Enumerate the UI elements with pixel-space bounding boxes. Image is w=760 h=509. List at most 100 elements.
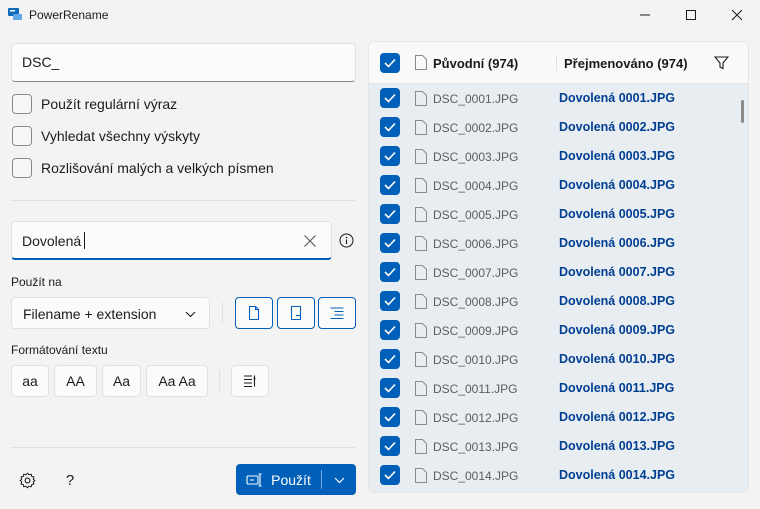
row-checkbox[interactable] (380, 175, 400, 195)
renamed-filename: Dovolená 0012.JPG (559, 410, 676, 424)
powerrename-app-icon (8, 8, 22, 20)
minimize-button[interactable] (622, 0, 668, 30)
original-filename: DSC_0004.JPG (433, 179, 519, 193)
list-item[interactable]: DSC_0007.JPG Dovolená 0007.JPG (369, 258, 738, 287)
list-item[interactable]: DSC_0001.JPG Dovolená 0001.JPG (369, 84, 738, 113)
original-filename: DSC_0010.JPG (433, 353, 519, 367)
info-icon[interactable] (339, 233, 354, 248)
minimize-icon (640, 14, 650, 16)
lowercase-button[interactable]: aa (11, 365, 49, 397)
uppercase-button[interactable]: AA (54, 365, 97, 397)
file-icon (415, 352, 427, 367)
apply-to-dropdown[interactable]: Filename + extension (11, 297, 210, 329)
gear-icon (18, 471, 36, 489)
window-title: PowerRename (29, 8, 109, 22)
row-checkbox[interactable] (380, 465, 400, 485)
apply-button[interactable]: Použít (236, 464, 321, 495)
original-filename: DSC_0011.JPG (433, 382, 518, 396)
text-caret (84, 232, 86, 249)
match-all-checkbox-row[interactable]: Vyhledat všechny výskyty (12, 126, 200, 146)
checkmark-icon (384, 296, 396, 306)
renamed-filename: Dovolená 0011.JPG (559, 381, 675, 395)
file-icon (415, 120, 427, 135)
checkmark-icon (384, 151, 396, 161)
replace-input[interactable]: Dovolená (11, 221, 332, 260)
row-checkbox[interactable] (380, 262, 400, 282)
renamed-filename: Dovolená 0008.JPG (559, 294, 676, 308)
renamed-filename: Dovolená 0003.JPG (559, 149, 676, 163)
list-item[interactable]: DSC_0010.JPG Dovolená 0010.JPG (369, 345, 738, 374)
case-sensitive-checkbox[interactable] (12, 158, 32, 178)
list-item[interactable]: DSC_0008.JPG Dovolená 0008.JPG (369, 287, 738, 316)
close-button[interactable] (714, 0, 760, 30)
original-filename: DSC_0002.JPG (433, 121, 519, 135)
divider (11, 200, 356, 201)
row-checkbox[interactable] (380, 204, 400, 224)
maximize-button[interactable] (668, 0, 714, 30)
row-checkbox[interactable] (380, 349, 400, 369)
title-bar: PowerRename (0, 0, 760, 30)
original-filename: DSC_0009.JPG (433, 324, 519, 338)
options-panel: DSC_ Použít regulární výraz Vyhledat vše… (0, 30, 368, 509)
formatting-separator (219, 370, 220, 392)
file-icon (415, 207, 427, 222)
list-item[interactable]: DSC_0005.JPG Dovolená 0005.JPG (369, 200, 738, 229)
subfolders-icon (330, 307, 344, 320)
enumerate-button[interactable] (231, 365, 269, 397)
checkmark-icon (384, 267, 396, 277)
titlecase-button[interactable]: Aa (102, 365, 141, 397)
checkmark-icon (384, 470, 396, 480)
search-input-value: DSC_ (22, 54, 60, 70)
list-item[interactable]: DSC_0013.JPG Dovolená 0013.JPG (369, 432, 738, 461)
list-item[interactable]: DSC_0003.JPG Dovolená 0003.JPG (369, 142, 738, 171)
row-checkbox[interactable] (380, 117, 400, 137)
clear-icon[interactable] (303, 234, 317, 248)
file-icon (415, 381, 427, 396)
row-checkbox[interactable] (380, 378, 400, 398)
original-filename: DSC_0013.JPG (433, 440, 519, 454)
list-item[interactable]: DSC_0011.JPG Dovolená 0011.JPG (369, 374, 738, 403)
regex-checkbox-label: Použít regulární výraz (41, 96, 178, 112)
regex-checkbox-row[interactable]: Použít regulární výraz (12, 94, 177, 114)
filter-icon[interactable] (714, 56, 729, 70)
row-checkbox[interactable] (380, 88, 400, 108)
row-checkbox[interactable] (380, 407, 400, 427)
search-input[interactable]: DSC_ (11, 43, 356, 82)
select-all-checkbox[interactable] (380, 53, 400, 73)
regex-checkbox[interactable] (12, 94, 32, 114)
row-checkbox[interactable] (380, 436, 400, 456)
list-item[interactable]: DSC_0009.JPG Dovolená 0009.JPG (369, 316, 738, 345)
include-files-toggle[interactable] (235, 297, 273, 329)
row-checkbox[interactable] (380, 291, 400, 311)
renamed-filename: Dovolená 0007.JPG (559, 265, 676, 279)
include-subfolders-toggle[interactable] (318, 297, 356, 329)
original-filename: DSC_0001.JPG (433, 92, 519, 106)
case-sensitive-checkbox-label: Rozlišování malých a velkých písmen (41, 160, 274, 176)
apply-options-dropdown[interactable] (322, 464, 356, 495)
file-icon (415, 236, 427, 251)
scrollbar-thumb[interactable] (741, 100, 744, 123)
renamed-filename: Dovolená 0002.JPG (559, 120, 676, 134)
file-icon (415, 149, 427, 164)
text-formatting-label: Formátování textu (11, 343, 108, 357)
list-item[interactable]: DSC_0002.JPG Dovolená 0002.JPG (369, 113, 738, 142)
list-item[interactable]: DSC_0014.JPG Dovolená 0014.JPG (369, 461, 738, 490)
list-item[interactable]: DSC_0012.JPG Dovolená 0012.JPG (369, 403, 738, 432)
capitalize-words-button[interactable]: Aa Aa (146, 365, 208, 397)
file-icon (415, 323, 427, 338)
row-checkbox[interactable] (380, 146, 400, 166)
row-checkbox[interactable] (380, 233, 400, 253)
list-item[interactable]: DSC_0004.JPG Dovolená 0004.JPG (369, 171, 738, 200)
close-icon (731, 9, 743, 21)
settings-button[interactable] (18, 471, 36, 489)
match-all-checkbox[interactable] (12, 126, 32, 146)
chevron-down-icon (185, 311, 196, 318)
list-item[interactable]: DSC_0006.JPG Dovolená 0006.JPG (369, 229, 738, 258)
apply-to-selected: Filename + extension (23, 306, 157, 322)
include-folders-toggle[interactable] (277, 297, 315, 329)
row-checkbox[interactable] (380, 320, 400, 340)
file-icon (415, 178, 427, 193)
case-sensitive-checkbox-row[interactable]: Rozlišování malých a velkých písmen (12, 158, 274, 178)
checkmark-icon (384, 441, 396, 451)
help-button[interactable]: ? (61, 471, 79, 489)
